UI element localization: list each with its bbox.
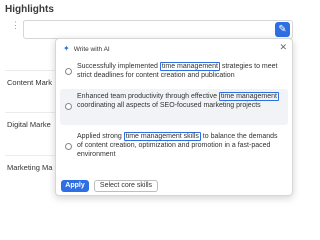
page: Highlights ⋮⋮ ✎ Content Mark 🗑 Digital M… <box>0 0 300 202</box>
suggestion-option[interactable]: Successfully implemented time management… <box>60 59 288 85</box>
suggestion-option[interactable]: Enhanced team productivity through effec… <box>60 89 288 125</box>
highlight-input[interactable] <box>23 20 293 39</box>
suggestion-text-before: Applied strong <box>77 133 124 140</box>
sparkle-icon: ✦ <box>63 44 70 53</box>
apply-button[interactable]: Apply <box>61 180 89 192</box>
list-item-label: Marketing Ma <box>7 163 53 172</box>
list-item-label: Content Mark <box>7 78 53 87</box>
magic-wand-icon[interactable]: ✎ <box>275 22 290 37</box>
radio-button[interactable] <box>65 103 72 110</box>
section-title: Highlights <box>5 4 54 15</box>
radio-button[interactable] <box>65 68 72 75</box>
suggestion-text-after: coordinating all aspects of SEO-focused … <box>77 102 261 109</box>
popup-title: Write with AI <box>73 45 110 53</box>
close-icon[interactable]: ✕ <box>279 42 287 52</box>
suggestion-keyword-highlight: time management <box>159 62 220 71</box>
write-with-ai-popup: ✦ Write with AI ✕ Successfully implement… <box>55 38 293 196</box>
suggestion-keyword-highlight: time management skills <box>123 132 201 141</box>
suggestion-text-before: Successfully implemented <box>77 63 160 70</box>
suggestion-text-before: Enhanced team productivity through effec… <box>77 93 219 100</box>
list-item-label: Digital Marke <box>7 120 51 129</box>
suggestion-keyword-highlight: time management <box>218 92 279 101</box>
select-core-skills-button[interactable]: Select core skills <box>94 180 158 192</box>
suggestion-option[interactable]: Applied strong time management skills to… <box>60 129 288 165</box>
radio-button[interactable] <box>65 143 72 150</box>
popup-header: ✦ Write with AI <box>63 44 110 54</box>
